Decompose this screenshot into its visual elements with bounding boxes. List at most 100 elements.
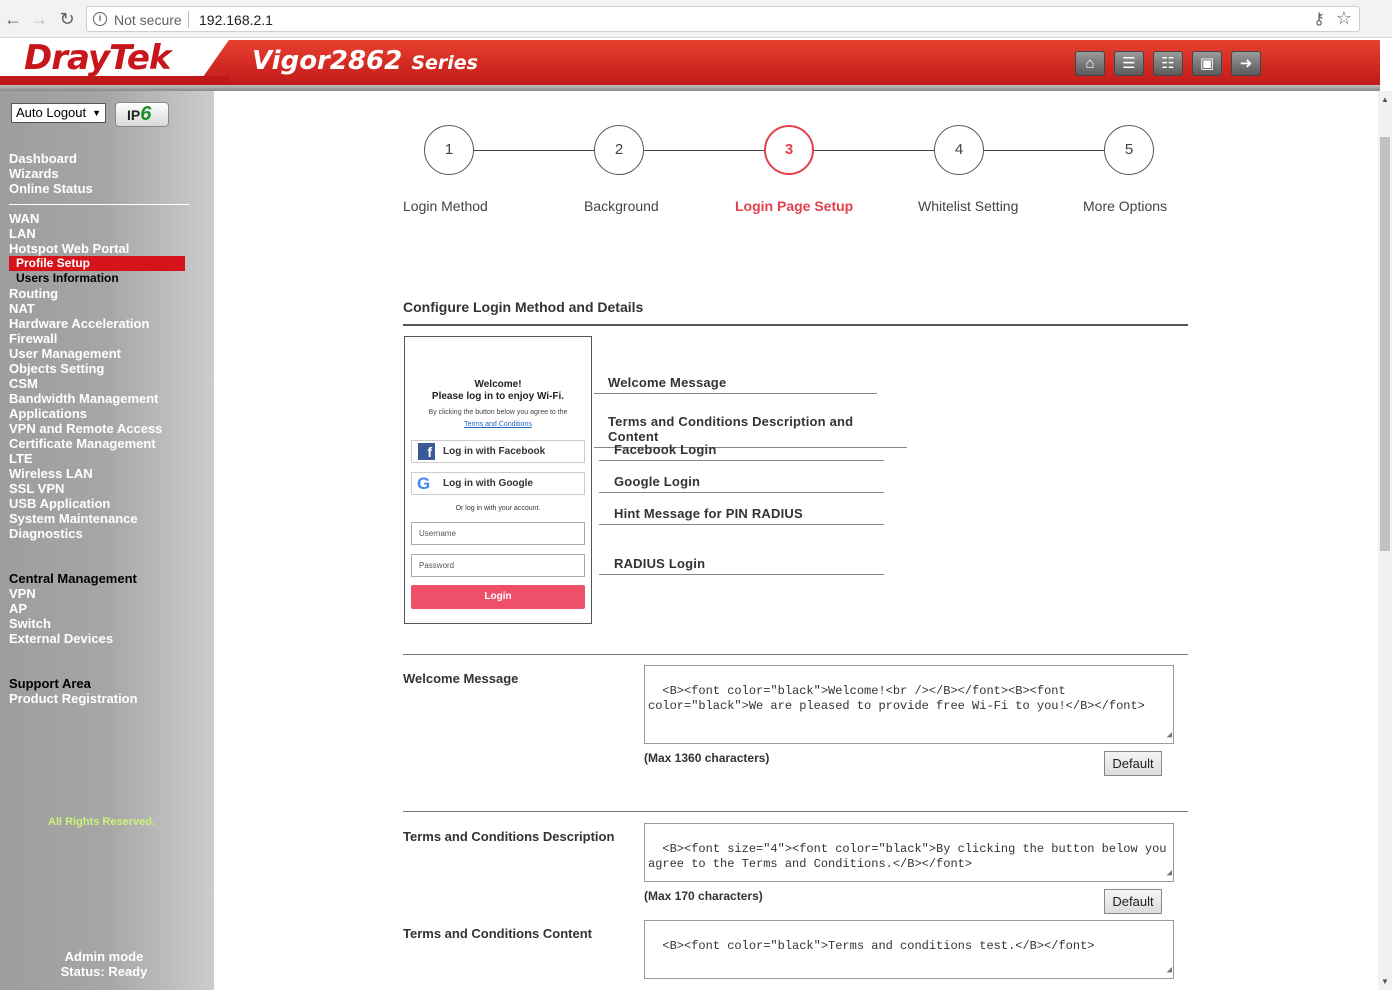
welcome-message-textarea[interactable]: <B><font color="black">Welcome!<br /></B…: [644, 665, 1174, 744]
sidebar-item-vpn-remote-access[interactable]: VPN and Remote Access: [9, 421, 185, 436]
sidebar-item-bandwidth-management[interactable]: Bandwidth Management: [9, 391, 185, 406]
model-series: Series: [411, 52, 478, 74]
sidebar-item-users-information[interactable]: Users Information: [9, 271, 185, 286]
admin-status: Admin mode Status: Ready: [0, 949, 208, 979]
link-google-login[interactable]: Google Login: [599, 474, 884, 493]
divider-terms: [403, 811, 1188, 812]
logout-icon[interactable]: ➜: [1231, 51, 1261, 76]
forward-arrow-icon[interactable]: →: [28, 8, 50, 30]
ipv6-button[interactable]: IP6: [115, 102, 169, 127]
sidebar-item-lte[interactable]: LTE: [9, 451, 185, 466]
preview-terms-link[interactable]: Terms and Conditions: [405, 421, 591, 428]
address-bar[interactable]: i Not secure 192.168.2.1 ⚷ ☆: [86, 6, 1360, 32]
sidebar-item-external-devices[interactable]: External Devices: [9, 631, 137, 646]
sidebar-item-nat[interactable]: NAT: [9, 301, 185, 316]
step-5-circle[interactable]: 5: [1104, 125, 1154, 175]
page-scrollbar[interactable]: ▲ ▼: [1378, 91, 1392, 990]
preview-welcome-sub: Please log in to enjoy Wi-Fi.: [431, 391, 565, 402]
step-2-label: Background: [584, 198, 659, 214]
sidebar-item-wan[interactable]: WAN: [9, 211, 185, 226]
terms-content-value: <B><font color="black">Terms and conditi…: [662, 939, 1095, 953]
preview-facebook-button[interactable]: f Log in with Facebook: [411, 440, 585, 463]
sidebar: Auto Logout ▼ IP6 Dashboard Wizards Onli…: [0, 91, 214, 990]
step-5-label: More Options: [1083, 198, 1168, 214]
save-icon[interactable]: ▣: [1192, 51, 1222, 76]
address-separator: [188, 11, 189, 28]
sidebar-item-online-status[interactable]: Online Status: [9, 181, 93, 196]
scrollbar-thumb[interactable]: [1380, 137, 1390, 551]
sidebar-item-routing[interactable]: Routing: [9, 286, 185, 301]
sidebar-item-central-vpn[interactable]: VPN: [9, 586, 137, 601]
sidebar-item-lan[interactable]: LAN: [9, 226, 185, 241]
link-radius-login[interactable]: RADIUS Login: [599, 556, 884, 575]
step-1-circle[interactable]: 1: [424, 125, 474, 175]
terms-description-textarea[interactable]: <B><font size="4"><font color="black">By…: [644, 823, 1174, 882]
terms-content-textarea[interactable]: <B><font color="black">Terms and conditi…: [644, 920, 1174, 979]
terms-description-default-button[interactable]: Default: [1104, 889, 1162, 914]
sidebar-item-ap[interactable]: AP: [9, 601, 137, 616]
sidebar-item-user-management[interactable]: User Management: [9, 346, 185, 361]
menu-group-2: WAN LAN Hotspot Web Portal Profile Setup…: [9, 211, 185, 541]
resize-grip-icon[interactable]: ◢: [1167, 728, 1172, 743]
sidebar-item-profile-setup[interactable]: Profile Setup: [9, 256, 185, 271]
sidebar-item-usb-application[interactable]: USB Application: [9, 496, 185, 511]
sidebar-item-central-management[interactable]: Central Management: [9, 571, 137, 586]
auto-logout-select[interactable]: Auto Logout ▼: [11, 103, 106, 123]
link-welcome-message[interactable]: Welcome Message: [594, 375, 877, 394]
browser-toolbar: ← → ↻ i Not secure 192.168.2.1 ⚷ ☆: [0, 0, 1392, 38]
sliders-icon[interactable]: ☷: [1153, 51, 1183, 76]
preview-username-input[interactable]: Username: [411, 522, 585, 545]
resize-grip-icon[interactable]: ◢: [1167, 963, 1172, 978]
preview-agree-text: By clicking the button below you agree t…: [428, 409, 568, 416]
sidebar-item-hotspot-web-portal[interactable]: Hotspot Web Portal: [9, 241, 185, 256]
bookmark-star-icon[interactable]: ☆: [1336, 8, 1352, 29]
preview-login-button[interactable]: Login: [411, 585, 585, 609]
url-text[interactable]: 192.168.2.1: [199, 12, 273, 28]
sidebar-item-applications[interactable]: Applications: [9, 406, 185, 421]
sidebar-item-objects-setting[interactable]: Objects Setting: [9, 361, 185, 376]
sidebar-item-firewall[interactable]: Firewall: [9, 331, 185, 346]
preview-google-button[interactable]: G Log in with Google: [411, 472, 585, 495]
step-connector: [813, 150, 935, 151]
menu-divider: [9, 204, 189, 205]
terms-description-max-note: (Max 170 characters): [644, 889, 763, 903]
step-4-circle[interactable]: 4: [934, 125, 984, 175]
step-3-circle[interactable]: 3: [764, 125, 814, 175]
sidebar-item-hardware-acceleration[interactable]: Hardware Acceleration: [9, 316, 185, 331]
preview-welcome: Welcome! Please log in to enjoy Wi-Fi.: [405, 379, 591, 403]
section-divider: [403, 324, 1188, 326]
step-2-circle[interactable]: 2: [594, 125, 644, 175]
scroll-up-icon[interactable]: ▲: [1381, 95, 1389, 104]
sidebar-item-ssl-vpn[interactable]: SSL VPN: [9, 481, 185, 496]
preview-facebook-label: Log in with Facebook: [443, 446, 546, 457]
sidebar-item-support-area[interactable]: Support Area: [9, 676, 138, 691]
dropdown-arrow-icon: ▼: [92, 108, 101, 118]
preview-password-input[interactable]: Password: [411, 554, 585, 577]
divider-welcome: [403, 654, 1188, 655]
sidebar-item-product-registration[interactable]: Product Registration: [9, 691, 138, 706]
preview-or-text: Or log in with your account.: [455, 505, 541, 512]
sidebar-item-csm[interactable]: CSM: [9, 376, 185, 391]
sidebar-item-dashboard[interactable]: Dashboard: [9, 151, 93, 166]
home-icon[interactable]: ⌂: [1075, 51, 1105, 76]
info-icon[interactable]: i: [93, 12, 107, 26]
list-icon[interactable]: ☰: [1114, 51, 1144, 76]
key-icon[interactable]: ⚷: [1313, 9, 1325, 29]
auto-logout-value: Auto Logout: [16, 105, 87, 120]
sidebar-item-switch[interactable]: Switch: [9, 616, 137, 631]
sidebar-item-diagnostics[interactable]: Diagnostics: [9, 526, 185, 541]
resize-grip-icon[interactable]: ◢: [1167, 866, 1172, 881]
sidebar-item-system-maintenance[interactable]: System Maintenance: [9, 511, 185, 526]
welcome-default-button[interactable]: Default: [1104, 751, 1162, 776]
terms-content-label: Terms and Conditions Content: [403, 926, 592, 941]
admin-mode-text: Admin mode: [64, 949, 144, 964]
sidebar-item-wireless-lan[interactable]: Wireless LAN: [9, 466, 185, 481]
reload-icon[interactable]: ↻: [56, 8, 78, 30]
back-arrow-icon[interactable]: ←: [2, 8, 24, 30]
link-hint-pin-radius[interactable]: Hint Message for PIN RADIUS: [599, 506, 884, 525]
login-page-preview: Welcome! Please log in to enjoy Wi-Fi. B…: [404, 336, 592, 624]
link-facebook-login[interactable]: Facebook Login: [599, 442, 884, 461]
sidebar-item-wizards[interactable]: Wizards: [9, 166, 93, 181]
sidebar-item-certificate-management[interactable]: Certificate Management: [9, 436, 185, 451]
scroll-down-icon[interactable]: ▼: [1381, 977, 1389, 986]
